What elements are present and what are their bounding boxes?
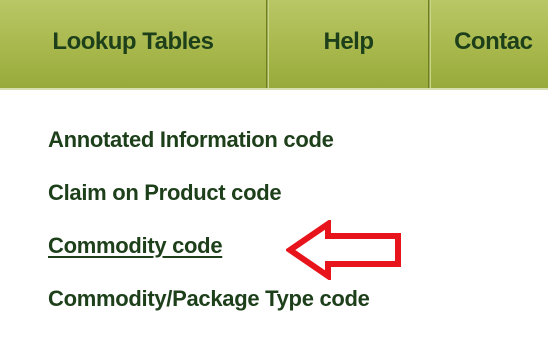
- menu-item-annotated-information-code[interactable]: Annotated Information code: [48, 128, 370, 181]
- menu-item-label: Commodity code: [48, 233, 223, 258]
- menu-item-label: Annotated Information code: [48, 127, 334, 152]
- nav-contact[interactable]: Contac: [431, 0, 548, 88]
- nav-help[interactable]: Help: [269, 0, 428, 88]
- menu-item-label: Commodity/Package Type code: [48, 286, 370, 311]
- lookup-tables-dropdown: Annotated Information code Claim on Prod…: [0, 92, 548, 330]
- red-left-arrow-icon: [286, 220, 401, 280]
- top-navigation-bar: Lookup Tables Help Contac: [0, 0, 548, 90]
- menu-item-label: Claim on Product code: [48, 180, 282, 205]
- menu-item-commodity-package-type-code[interactable]: Commodity/Package Type code: [48, 287, 370, 340]
- nav-lookup-tables[interactable]: Lookup Tables: [0, 0, 266, 88]
